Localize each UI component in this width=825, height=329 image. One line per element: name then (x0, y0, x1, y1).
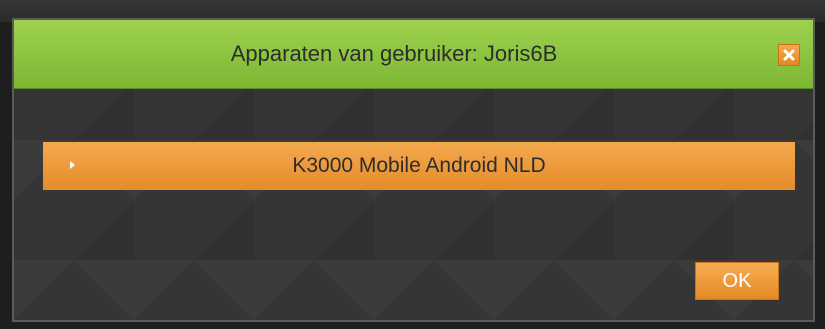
dialog-title: Apparaten van gebruiker: Joris6B (230, 41, 558, 66)
close-icon (783, 49, 795, 61)
ok-button[interactable]: OK (695, 262, 779, 300)
close-button[interactable] (778, 44, 800, 66)
dialog-titlebar: Apparaten van gebruiker: Joris6B (14, 20, 813, 89)
device-item[interactable]: K3000 Mobile Android NLD (43, 142, 795, 190)
devices-dialog: Apparaten van gebruiker: Joris6B K3000 M… (12, 18, 815, 322)
device-label: K3000 Mobile Android NLD (292, 154, 546, 177)
